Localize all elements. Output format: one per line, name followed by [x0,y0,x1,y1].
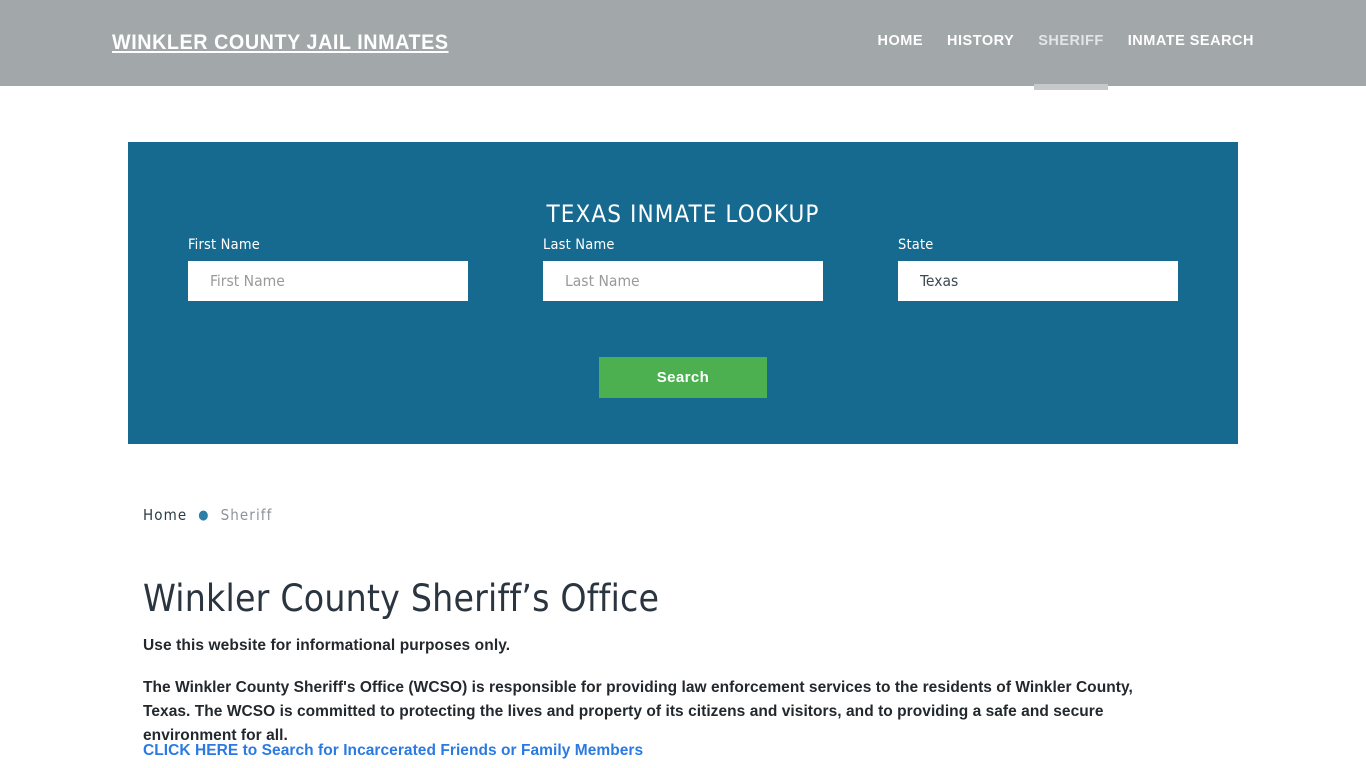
inmate-lookup-panel: TEXAS INMATE LOOKUP First Name Last Name… [128,142,1238,444]
state-input[interactable] [898,261,1178,301]
intro-disclaimer-text: Use this website for informational purpo… [143,637,511,654]
first-name-label: First Name [188,237,260,253]
last-name-input[interactable] [543,261,823,301]
nav-item-sheriff[interactable]: SHERIFF [1034,33,1108,90]
page-title: Winkler County Sheriff’s Office [143,577,660,620]
search-button[interactable]: Search [599,357,767,398]
last-name-field-group: Last Name [543,237,823,301]
main-navigation: HOME HISTORY SHERIFF INMATE SEARCH [878,33,1254,90]
first-name-input[interactable] [188,261,468,301]
site-title[interactable]: WINKLER COUNTY JAIL INMATES [112,31,449,55]
site-header: WINKLER COUNTY JAIL INMATES HOME HISTORY… [0,0,1366,90]
breadcrumb: Home ● Sheriff [143,506,273,524]
breadcrumb-home-link[interactable]: Home [143,506,187,524]
state-label: State [898,237,934,253]
breadcrumb-separator-icon: ● [198,507,210,523]
body-paragraph: The Winkler County Sheriff's Office (WCS… [143,679,1133,744]
state-field-group: State [898,237,1178,301]
nav-item-home[interactable]: HOME [878,33,924,55]
nav-item-inmate-search[interactable]: INMATE SEARCH [1128,33,1254,55]
first-name-field-group: First Name [188,237,468,301]
nav-item-history[interactable]: HISTORY [947,33,1014,55]
inmate-search-cta-link[interactable]: CLICK HERE to Search for Incarcerated Fr… [143,742,643,760]
last-name-label: Last Name [543,237,615,253]
breadcrumb-current-page: Sheriff [220,506,273,524]
lookup-panel-title: TEXAS INMATE LOOKUP [546,199,820,228]
